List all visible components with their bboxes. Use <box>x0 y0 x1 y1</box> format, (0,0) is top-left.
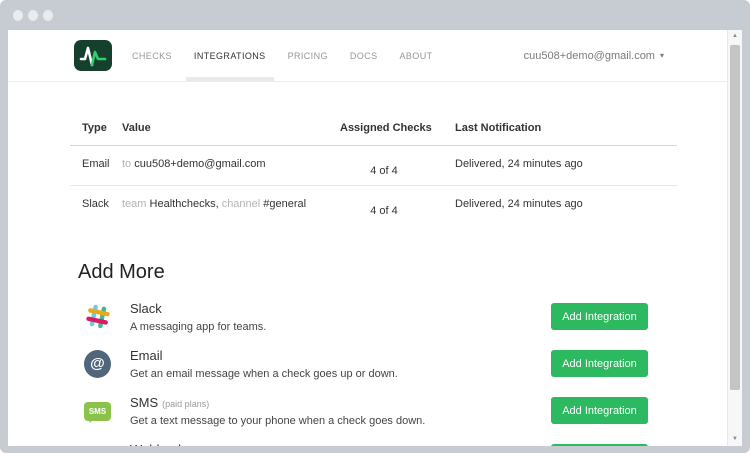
integration-value: team Healthchecks, channel #general <box>122 186 340 226</box>
paid-plans-badge: (paid plans) <box>162 399 209 409</box>
sms-bubble-icon: SMS <box>84 402 111 421</box>
window-dot-icon <box>28 10 38 21</box>
col-header-value: Value <box>122 112 340 146</box>
value-label: channel <box>222 198 261 210</box>
integration-description: Get a text message to your phone when a … <box>130 415 551 427</box>
nav-item-docs[interactable]: DOCS <box>342 30 386 81</box>
col-header-last-notification: Last Notification <box>455 112 677 146</box>
window-dot-icon <box>43 10 53 21</box>
assigned-checks-value[interactable]: 4 of 4 <box>340 205 428 217</box>
list-item-sms: SMS SMS(paid plans) Get a text message t… <box>70 387 648 434</box>
value-email: cuu508+demo@gmail.com <box>134 158 265 170</box>
main-nav: CHECKS INTEGRATIONS PRICING DOCS ABOUT <box>124 30 441 81</box>
integration-name: Email <box>130 348 551 363</box>
value-channel: #general <box>263 198 306 210</box>
vertical-scrollbar[interactable]: ▲ ▼ <box>727 30 742 446</box>
integration-name: SMS(paid plans) <box>130 395 551 410</box>
value-team: Healthchecks, <box>150 198 219 210</box>
nav-item-integrations[interactable]: INTEGRATIONS <box>186 30 274 81</box>
integration-description: Get an email message when a check goes u… <box>130 368 551 380</box>
scrollbar-thumb[interactable] <box>730 45 740 390</box>
scroll-up-icon[interactable]: ▲ <box>728 33 742 39</box>
add-integration-button[interactable]: Add Integration <box>551 350 648 377</box>
integration-type: Email <box>70 146 122 186</box>
navbar: CHECKS INTEGRATIONS PRICING DOCS ABOUT c… <box>8 30 727 82</box>
scroll-down-icon[interactable]: ▼ <box>728 436 742 442</box>
integration-name: Webhook <box>130 442 551 447</box>
integration-name: Slack <box>130 301 551 316</box>
healthchecks-logo-icon[interactable] <box>74 40 112 71</box>
table-row: Email to cuu508+demo@gmail.com 4 of 4 De… <box>70 146 677 186</box>
chevron-down-icon: ▾ <box>660 51 664 60</box>
integration-type: Slack <box>70 186 122 226</box>
table-header-row: Type Value Assigned Checks Last Notifica… <box>70 112 677 146</box>
account-email: cuu508+demo@gmail.com <box>524 50 655 62</box>
col-header-type: Type <box>70 112 122 146</box>
table-row: Slack team Healthchecks, channel #genera… <box>70 186 677 226</box>
page: CHECKS INTEGRATIONS PRICING DOCS ABOUT c… <box>8 30 742 446</box>
list-item-webhook: Webhook Add Integration <box>70 434 648 446</box>
list-item-slack: Slack A messaging app for teams. Add Int… <box>70 293 648 340</box>
assigned-checks-cell: 4 of 4 <box>340 186 455 226</box>
account-menu[interactable]: cuu508+demo@gmail.com ▾ <box>524 50 664 62</box>
content: Type Value Assigned Checks Last Notifica… <box>70 112 677 446</box>
nav-item-about[interactable]: ABOUT <box>391 30 440 81</box>
window-dot-icon <box>13 10 23 21</box>
add-more-heading: Add More <box>78 261 677 284</box>
browser-window: CHECKS INTEGRATIONS PRICING DOCS ABOUT c… <box>0 0 750 453</box>
value-label: team <box>122 198 146 210</box>
slack-icon <box>85 303 111 330</box>
nav-item-pricing[interactable]: PRICING <box>280 30 336 81</box>
last-notification: Delivered, 24 minutes ago <box>455 146 677 186</box>
add-integration-button[interactable]: Add Integration <box>551 397 648 424</box>
email-at-icon: @ <box>84 350 111 378</box>
integrations-table: Type Value Assigned Checks Last Notifica… <box>70 112 677 225</box>
list-item-email: @ Email Get an email message when a chec… <box>70 340 648 387</box>
window-titlebar <box>0 0 750 30</box>
integration-description: A messaging app for teams. <box>130 321 551 333</box>
add-integration-button[interactable]: Add Integration <box>551 303 648 330</box>
value-label: to <box>122 158 131 170</box>
assigned-checks-value[interactable]: 4 of 4 <box>340 165 428 177</box>
nav-item-checks[interactable]: CHECKS <box>124 30 180 81</box>
assigned-checks-cell: 4 of 4 <box>340 146 455 186</box>
last-notification: Delivered, 24 minutes ago <box>455 186 677 226</box>
col-header-assigned-checks: Assigned Checks <box>340 112 455 146</box>
add-integration-button[interactable]: Add Integration <box>551 444 648 446</box>
integration-value: to cuu508+demo@gmail.com <box>122 146 340 186</box>
webhook-icon <box>86 446 110 447</box>
